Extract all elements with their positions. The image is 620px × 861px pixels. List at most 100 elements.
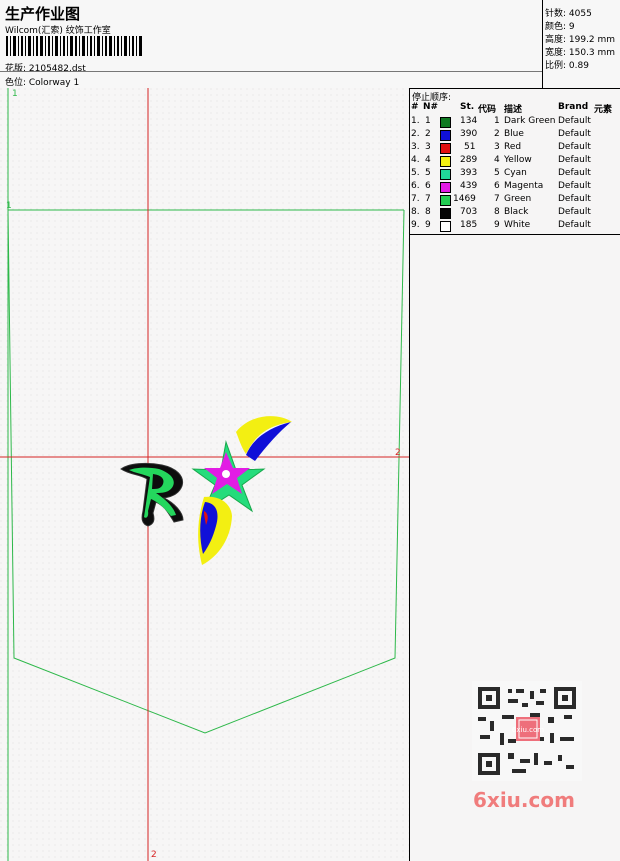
production-worksheet: 生产作业图 Wilcom(汇索) 纹饰工作室 花版: 2105482.dst 色… <box>0 0 620 861</box>
color-swatch-icon <box>440 182 451 193</box>
row-brand: Default <box>558 168 591 178</box>
row-number: 1. <box>411 116 420 126</box>
table-row: 3. 3 51 3 Red Default <box>410 142 620 155</box>
table-row: 4. 4 289 4 Yellow Default <box>410 155 620 168</box>
row-description: Yellow <box>504 155 532 165</box>
row-number: 2. <box>411 129 420 139</box>
row-description: Dark Green <box>504 116 556 126</box>
row-brand: Default <box>558 142 591 152</box>
row-n-number: 9 <box>425 220 431 230</box>
table-row: 7. 7 1469 7 Green Default <box>410 194 620 207</box>
row-code: 1 <box>494 116 500 126</box>
row-brand: Default <box>558 129 591 139</box>
table-row: 1. 1 134 1 Dark Green Default <box>410 116 620 129</box>
embroidery-preview: 1 1 2 2 <box>0 88 409 861</box>
header-stitches: St. <box>460 102 475 112</box>
row-n-number: 1 <box>425 116 431 126</box>
color-sequence-panel: 停止顺序: # N# St. 代码 描述 Brand 元素 1. 1 134 1 Dar… <box>410 88 620 861</box>
row-stitches: 289 <box>460 155 478 165</box>
color-swatch-icon <box>440 208 451 219</box>
row-code: 2 <box>494 129 500 139</box>
watermark-site: 6xiu.com <box>473 788 575 812</box>
row-number: 7. <box>411 194 420 204</box>
row-number: 8. <box>411 207 420 217</box>
table-row: 5. 5 393 5 Cyan Default <box>410 168 620 181</box>
row-stitches: 185 <box>460 220 478 230</box>
design-canvas: 1 1 2 2 <box>0 88 410 861</box>
table-row: 2. 2 390 2 Blue Default <box>410 129 620 142</box>
row-n-number: 8 <box>425 207 431 217</box>
row-number: 3. <box>411 142 420 152</box>
row-n-number: 3 <box>425 142 431 152</box>
row-brand: Default <box>558 155 591 165</box>
row-stitches: 390 <box>460 129 478 139</box>
qr-code-icon: 6xiu.com <box>472 681 582 781</box>
header-description: 描述 <box>504 105 523 115</box>
corner-label-top: 1 <box>12 89 18 99</box>
row-code: 7 <box>494 194 500 204</box>
table-row: 6. 6 439 6 Magenta Default <box>410 181 620 194</box>
row-n-number: 2 <box>425 129 431 139</box>
row-stitches: 393 <box>460 168 478 178</box>
row-brand: Default <box>558 207 591 217</box>
row-code: 6 <box>494 181 500 191</box>
row-stitches: 51 <box>464 142 476 152</box>
row-code: 8 <box>494 207 500 217</box>
header: 生产作业图 Wilcom(汇索) 纹饰工作室 花版: 2105482.dst 色… <box>0 0 620 89</box>
color-swatch-icon <box>440 143 451 154</box>
star-center-dot <box>222 470 230 478</box>
barcode-icon <box>6 36 142 56</box>
row-number: 4. <box>411 155 420 165</box>
row-n-number: 5 <box>425 168 431 178</box>
center-label-right: 2 <box>395 448 401 458</box>
color-swatch-icon <box>440 195 451 206</box>
design-height: 高度: 199.2 mm <box>545 35 616 45</box>
table-row: 8. 8 703 8 Black Default <box>410 207 620 220</box>
row-code: 9 <box>494 220 500 230</box>
header-code: 代码 <box>478 105 497 115</box>
color-swatch-icon <box>440 130 451 141</box>
row-number: 9. <box>411 220 420 230</box>
row-n-number: 7 <box>425 194 431 204</box>
design-file: 花版: 2105482.dst <box>5 64 86 74</box>
row-brand: Default <box>558 220 591 230</box>
row-n-number: 4 <box>425 155 431 165</box>
row-stitches: 1469 <box>453 194 476 204</box>
row-description: Magenta <box>504 181 544 191</box>
qr-center-label: 6xiu.com <box>512 726 544 734</box>
header-n-number: N# <box>423 102 439 112</box>
row-stitches: 134 <box>460 116 478 126</box>
stitch-count: 针数: 4055 <box>545 9 592 19</box>
row-number: 5. <box>411 168 420 178</box>
row-description: Red <box>504 142 522 152</box>
header-number: # <box>411 102 419 112</box>
company-name: Wilcom(汇索) 纹饰工作室 <box>5 26 111 36</box>
row-number: 6. <box>411 181 420 191</box>
table-divider <box>410 234 620 235</box>
row-description: Cyan <box>504 168 527 178</box>
header-brand: Brand <box>558 102 589 112</box>
page-title: 生产作业图 <box>5 5 81 23</box>
design-width: 宽度: 150.3 mm <box>545 48 616 58</box>
color-swatch-icon <box>440 156 451 167</box>
row-brand: Default <box>558 116 591 126</box>
color-swatch-icon <box>440 117 451 128</box>
colorway: 色位: Colorway 1 <box>5 78 80 88</box>
row-stitches: 439 <box>460 181 478 191</box>
row-n-number: 6 <box>425 181 431 191</box>
row-code: 5 <box>494 168 500 178</box>
row-stitches: 703 <box>460 207 478 217</box>
header-divider <box>0 71 543 72</box>
stats-panel: 针数: 4055 颜色: 9 高度: 199.2 mm 宽度: 150.3 mm… <box>542 0 620 88</box>
center-label-bottom: 2 <box>151 850 157 860</box>
color-count: 颜色: 9 <box>545 22 575 32</box>
color-swatch-icon <box>440 221 451 232</box>
row-code: 3 <box>494 142 500 152</box>
design-scale: 比例: 0.89 <box>545 61 589 71</box>
header-element: 元素 <box>594 105 613 115</box>
row-description: Green <box>504 194 532 204</box>
table-row: 9. 9 185 9 White Default <box>410 220 620 233</box>
corner-label-left: 1 <box>6 201 12 211</box>
row-description: Black <box>504 207 529 217</box>
row-description: White <box>504 220 531 230</box>
